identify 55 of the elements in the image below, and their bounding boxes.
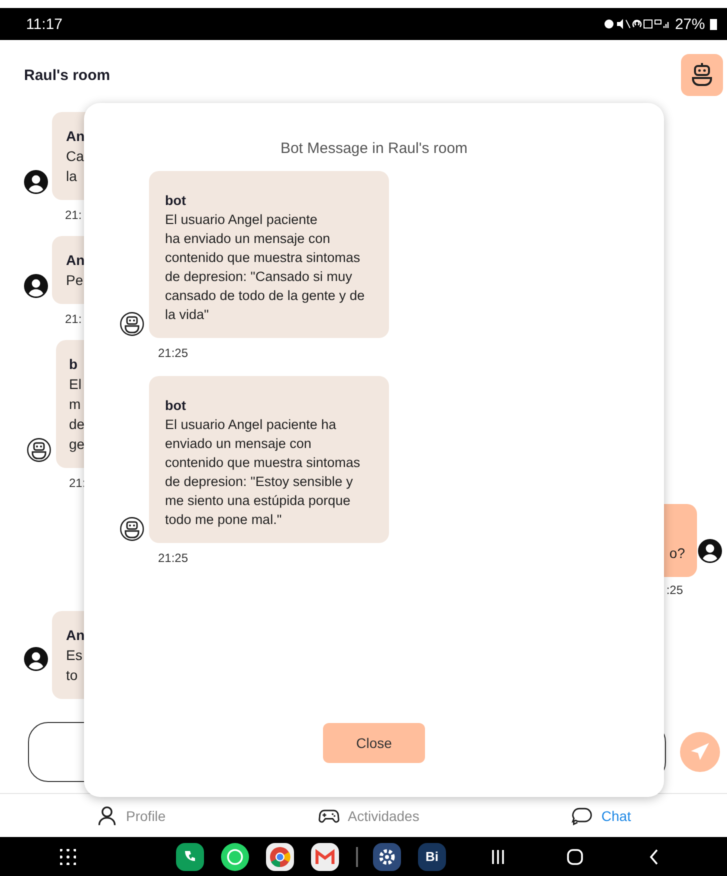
person-avatar-icon (698, 538, 722, 562)
person-icon (96, 804, 118, 826)
bi-app-icon[interactable]: Bi (418, 842, 446, 870)
close-button[interactable]: Close (323, 723, 425, 763)
sender-name: An (66, 127, 85, 146)
message-text: de (69, 415, 85, 434)
message-text: El usuario Angel paciente ha enviado un mensaje con contenido que muestra sintomas de depresion: "Cansado si muy cansado de todo de la gente y de la vida" (165, 211, 366, 324)
bot-messages-button[interactable] (681, 54, 723, 96)
nav-tab[interactable]: Actividades (314, 802, 424, 828)
app-grid-icon (60, 848, 76, 864)
sender-name: bot (165, 192, 187, 210)
message-time: :25 (666, 583, 683, 597)
battery-icon (710, 18, 717, 30)
message-text: la (66, 167, 77, 186)
robot-icon (691, 63, 713, 87)
message-time: 21: (65, 208, 82, 222)
dialog-title: Bot Message in Raul's room (279, 140, 469, 157)
message-text: Ca (66, 147, 84, 166)
message-text: El (69, 375, 82, 394)
person-avatar-icon (24, 170, 48, 194)
send-icon (690, 742, 710, 762)
status-icons-drawing (604, 18, 670, 30)
settings-icon[interactable] (373, 842, 401, 870)
home-icon[interactable] (567, 848, 583, 864)
mail-app-icon[interactable] (311, 842, 339, 870)
message-time: 21: (65, 312, 82, 326)
battery-percent: 27% (674, 16, 705, 32)
recent-apps-icon[interactable] (491, 848, 505, 864)
message-text: to (66, 666, 78, 685)
robot-avatar-icon (120, 312, 144, 336)
browser-app-icon[interactable] (266, 842, 294, 870)
message-time: 21: (69, 476, 86, 490)
sender-name: An (66, 626, 85, 645)
message-text: o? (669, 544, 685, 563)
sender-name: b (69, 355, 78, 374)
sender-name: bot (165, 397, 187, 415)
clock: 11:17 (26, 16, 62, 32)
phone-app-icon[interactable] (176, 842, 204, 870)
room-title: Raul's room (24, 66, 110, 84)
person-avatar-icon (24, 274, 48, 298)
chat-app-icon[interactable] (221, 842, 249, 870)
message-text: m (69, 395, 81, 414)
robot-avatar-icon (27, 438, 51, 462)
back-icon[interactable] (649, 848, 659, 864)
message-time: 21:25 (158, 346, 188, 360)
robot-avatar-icon (120, 517, 144, 541)
person-avatar-icon (24, 647, 48, 671)
sender-name: An (66, 251, 85, 270)
nav-tab[interactable]: Profile (92, 802, 170, 828)
message-time: 21:25 (158, 551, 188, 565)
message-text: ge (69, 435, 85, 454)
message-text: Pe (66, 271, 84, 290)
nav-tab[interactable]: Chat (567, 802, 635, 828)
message-text: Es (66, 646, 82, 665)
message-text: El usuario Angel paciente ha enviado un mensaje con contenido que muestra sintomas de depresion: "Estoy sensible y me siento una estúpida porque todo me pone mal." (165, 416, 362, 529)
